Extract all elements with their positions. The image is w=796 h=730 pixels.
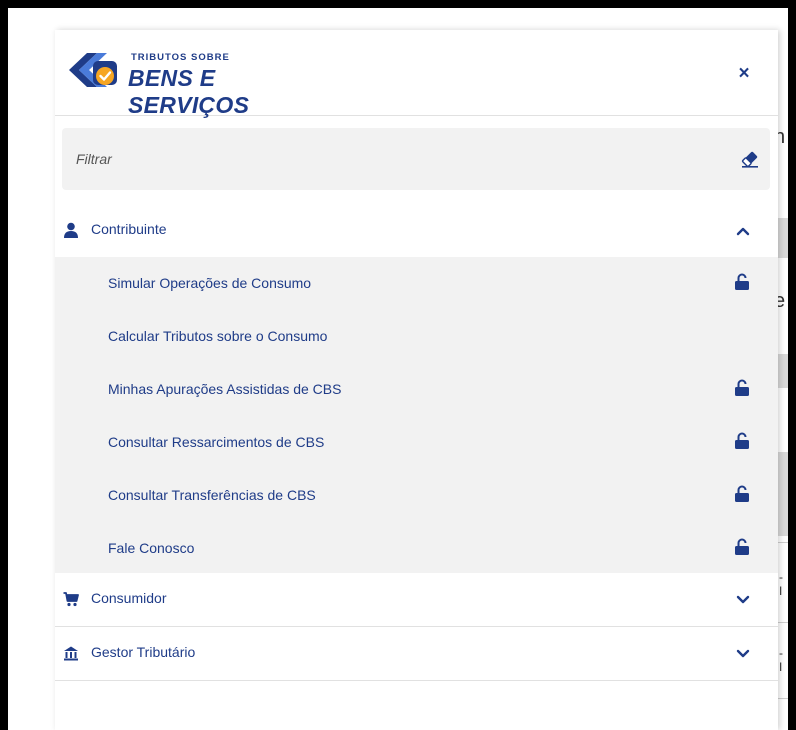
background-text: - I	[779, 570, 783, 598]
logo-subtitle: TRIBUTOS SOBRE	[131, 52, 230, 63]
filter-input[interactable]	[62, 128, 722, 190]
logo-mark-icon	[69, 53, 117, 87]
menu-item-consultar-ressarcimentos[interactable]: Consultar Ressarcimentos de CBS	[55, 416, 778, 469]
filter-box	[62, 128, 770, 190]
person-icon	[64, 222, 78, 238]
logo[interactable]: TRIBUTOS SOBRE BENS E SERVIÇOS	[67, 45, 337, 118]
menu-section-contribuinte: Contribuinte Simular Operações de Consum…	[55, 204, 778, 573]
menu-item-label: Calcular Tributos sobre o Consumo	[108, 328, 328, 344]
menu-item-calcular-tributos[interactable]: Calcular Tributos sobre o Consumo	[55, 310, 778, 363]
menu-item-label: Fale Conosco	[108, 540, 195, 556]
unlocked-icon	[735, 379, 749, 396]
logo-title: BENS E SERVIÇOS	[128, 65, 250, 118]
app-frame: n e - I - I TRIBUTOS SOBRE BENS E SERVIÇ…	[8, 8, 788, 730]
chevron-down-icon	[736, 595, 750, 604]
menu-item-label: Consultar Transferências de CBS	[108, 487, 316, 503]
menu-section-gestor-tributario: Gestor Tributário	[55, 627, 778, 681]
section-label: Contribuinte	[91, 221, 167, 237]
menu-item-fale-conosco[interactable]: Fale Conosco	[55, 522, 778, 575]
unlocked-icon	[735, 485, 749, 502]
menu-item-label: Consultar Ressarcimentos de CBS	[108, 434, 325, 450]
chevron-down-icon	[736, 649, 750, 658]
menu-item-consultar-transferencias[interactable]: Consultar Transferências de CBS	[55, 469, 778, 522]
close-button[interactable]: ×	[732, 62, 756, 86]
menu-section-consumidor: Consumidor	[55, 573, 778, 627]
unlocked-icon	[735, 273, 749, 290]
unlocked-icon	[735, 538, 749, 555]
section-label: Gestor Tributário	[91, 644, 196, 660]
section-header-gestor-tributario[interactable]: Gestor Tributário	[55, 627, 778, 680]
background-text: - I	[779, 646, 783, 674]
side-drawer: TRIBUTOS SOBRE BENS E SERVIÇOS × Filtrar…	[55, 30, 778, 730]
section-header-contribuinte[interactable]: Contribuinte	[55, 204, 778, 257]
menu-item-label: Simular Operações de Consumo	[108, 275, 312, 291]
submenu-contribuinte: Simular Operações de Consumo Calcular Tr…	[55, 257, 778, 573]
chevron-up-icon	[736, 227, 750, 236]
section-header-consumidor[interactable]: Consumidor	[55, 573, 778, 626]
menu-item-simular-operacoes[interactable]: Simular Operações de Consumo	[55, 257, 778, 310]
section-label: Consumidor	[91, 590, 167, 606]
unlocked-icon	[735, 432, 749, 449]
cart-icon	[63, 592, 79, 607]
menu-item-label: Minhas Apurações Assistidas de CBS	[108, 381, 342, 397]
bank-icon	[64, 646, 78, 661]
eraser-icon[interactable]	[740, 150, 760, 168]
drawer-header: TRIBUTOS SOBRE BENS E SERVIÇOS ×	[55, 30, 778, 118]
menu-item-minhas-apuracoes[interactable]: Minhas Apurações Assistidas de CBS	[55, 363, 778, 416]
